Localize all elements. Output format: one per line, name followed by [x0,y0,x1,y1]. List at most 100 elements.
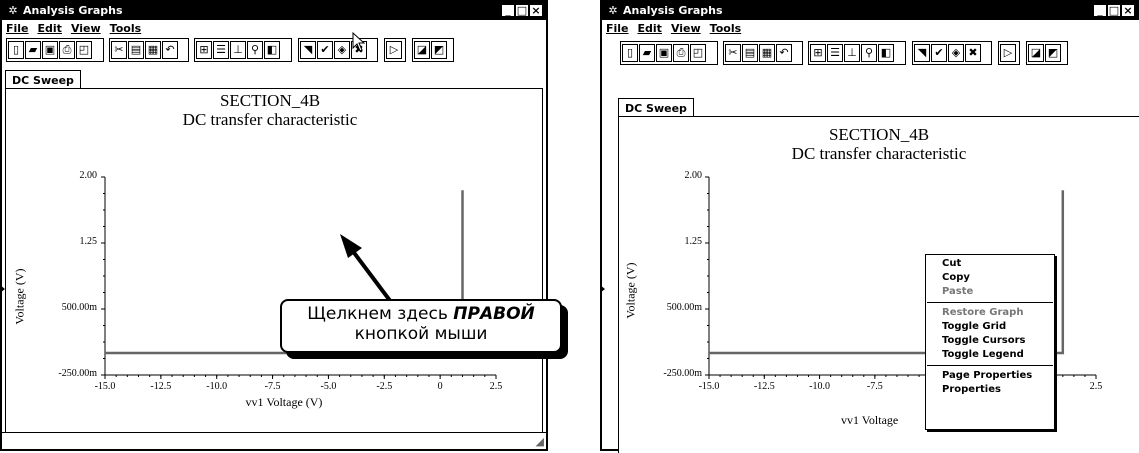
x-tick-label: -12.5 [753,381,775,392]
probe-icon[interactable]: ◥ [914,44,930,62]
context-menu-item-toggle-grid[interactable]: Toggle Grid [926,320,1054,334]
menu-file[interactable]: File [6,22,29,35]
undo-icon[interactable]: ↶ [776,44,792,62]
context-menu-item-toggle-cursors[interactable]: Toggle Cursors [926,334,1054,348]
callout-line-2: кнопкой мыши [354,324,488,344]
minimize-button[interactable]: _ [501,4,515,17]
menu-file[interactable]: File [606,22,629,35]
context-menu-item-paste[interactable]: Paste [926,285,1054,299]
x-tick-label: -7.5 [866,381,883,392]
close-button[interactable]: × [1121,4,1135,17]
toolbar-group-view: ⊞ ☰ ⊥ ⚲ ◧ [808,41,906,65]
x-tick-label: -5.0 [320,381,337,392]
toolbar-group-file: ▯ ▰ ▣ ⎙ ◰ [6,38,104,62]
context-menu-item-properties[interactable]: Properties [926,383,1054,397]
print-preview-icon[interactable]: ◰ [76,41,92,59]
left-edge-marker [0,285,5,293]
paste-icon[interactable]: ▦ [145,41,161,59]
menu-view[interactable]: View [671,22,701,35]
cut-icon[interactable]: ✂ [111,41,127,59]
print-icon[interactable]: ⎙ [59,41,75,59]
app-icon: ✲ [608,4,618,17]
print-preview-icon[interactable]: ◰ [690,44,706,62]
context-help-icon[interactable]: ◩ [431,41,447,59]
zoom-icon[interactable]: ⚲ [861,44,877,62]
left-titlebar[interactable]: ✲ Analysis Graphs _ □ × [2,2,546,20]
copy-icon[interactable]: ▤ [128,41,144,59]
maximize-button[interactable]: □ [515,4,529,17]
maximize-button[interactable]: □ [1107,4,1121,17]
legend-icon[interactable]: ☰ [827,44,843,62]
context-menu-separator [927,302,1053,303]
status-bar: ◢ [2,432,546,449]
open-icon[interactable]: ▰ [639,44,655,62]
undo-icon[interactable]: ↶ [162,41,178,59]
context-menu-item-restore-graph[interactable]: Restore Graph [926,306,1054,320]
menu-edit[interactable]: Edit [38,22,62,35]
new-icon[interactable]: ▯ [8,41,24,59]
menu-view[interactable]: View [71,22,101,35]
probe-diff-icon[interactable]: ◈ [948,44,964,62]
left-edge-marker [600,285,605,293]
export-icon[interactable]: ▷ [386,41,402,59]
context-menu-item-toggle-legend[interactable]: Toggle Legend [926,348,1054,362]
x-tick-label: -10.0 [206,381,228,392]
right-analysis-window: ✲ Analysis Graphs _ □ × File Edit View Tools… [600,0,1139,453]
menu-edit[interactable]: Edit [638,22,662,35]
menu-tools[interactable]: Tools [710,22,741,35]
grid-icon[interactable]: ⊞ [196,41,212,59]
cursors-icon[interactable]: ⊥ [844,44,860,62]
probe-icon[interactable]: ◥ [300,41,316,59]
tab-dc-sweep[interactable]: DC Sweep [618,98,694,117]
graph-panel[interactable]: SECTION_4B DC transfer characteristic Vo… [618,116,1139,453]
toolbar-group-edit: ✂ ▤ ▦ ↶ [109,38,189,62]
mouse-pointer-icon [352,32,366,52]
toolbar-group-help: ◪ ◩ [412,38,454,62]
help-icon[interactable]: ◪ [1028,44,1044,62]
x-tick-label: -10.0 [809,381,830,392]
x-tick-label: 2.5 [489,381,503,392]
y-tick-label: 1.25 [684,236,703,247]
tab-dc-sweep[interactable]: DC Sweep [5,70,81,89]
help-icon[interactable]: ◪ [414,41,430,59]
cursors-icon[interactable]: ⊥ [230,41,246,59]
save-icon[interactable]: ▣ [656,44,672,62]
cut-icon[interactable]: ✂ [725,44,741,62]
save-icon[interactable]: ▣ [42,41,58,59]
legend-icon[interactable]: ☰ [213,41,229,59]
context-menu-item-copy[interactable]: Copy [926,271,1054,285]
probe-check-icon[interactable]: ✔ [317,41,333,59]
y-axis-title: Voltage (V) [623,262,638,319]
probe-diff-icon[interactable]: ◈ [334,41,350,59]
overlay-icon[interactable]: ◧ [264,41,280,59]
close-button[interactable]: × [529,4,543,17]
new-icon[interactable]: ▯ [622,44,638,62]
zoom-icon[interactable]: ⚲ [247,41,263,59]
grid-icon[interactable]: ⊞ [810,44,826,62]
context-menu-item-cut[interactable]: Cut [926,257,1054,271]
context-menu-item-page-properties[interactable]: Page Properties [926,369,1054,383]
menu-tools[interactable]: Tools [110,22,141,35]
window-title: Analysis Graphs [623,4,723,17]
open-icon[interactable]: ▰ [25,41,41,59]
x-tick-label: -7.5 [264,381,281,392]
print-icon[interactable]: ⎙ [673,44,689,62]
graph-panel[interactable]: SECTION_4B DC transfer characteristic Vo… [5,88,543,434]
left-analysis-window: ✲ Analysis Graphs _ □ × File Edit View Tools… [0,0,562,451]
context-help-icon[interactable]: ◩ [1045,44,1061,62]
resize-grip-icon[interactable]: ◢ [536,437,544,448]
y-tick-label: 2.00 [79,170,98,181]
copy-icon[interactable]: ▤ [742,44,758,62]
toolbar-group-export: ▷ [998,41,1020,65]
app-icon: ✲ [8,4,18,17]
paste-icon[interactable]: ▦ [759,44,775,62]
probe-clear-icon[interactable]: ✖ [965,44,981,62]
right-titlebar[interactable]: ✲ Analysis Graphs _ □ × [602,2,1139,20]
overlay-icon[interactable]: ◧ [878,44,894,62]
window-title: Analysis Graphs [23,4,123,17]
toolbar-group-edit: ✂ ▤ ▦ ↶ [723,41,803,65]
menu-bar: File Edit View Tools [602,20,1139,37]
minimize-button[interactable]: _ [1093,4,1107,17]
probe-check-icon[interactable]: ✔ [931,44,947,62]
export-icon[interactable]: ▷ [1000,44,1016,62]
